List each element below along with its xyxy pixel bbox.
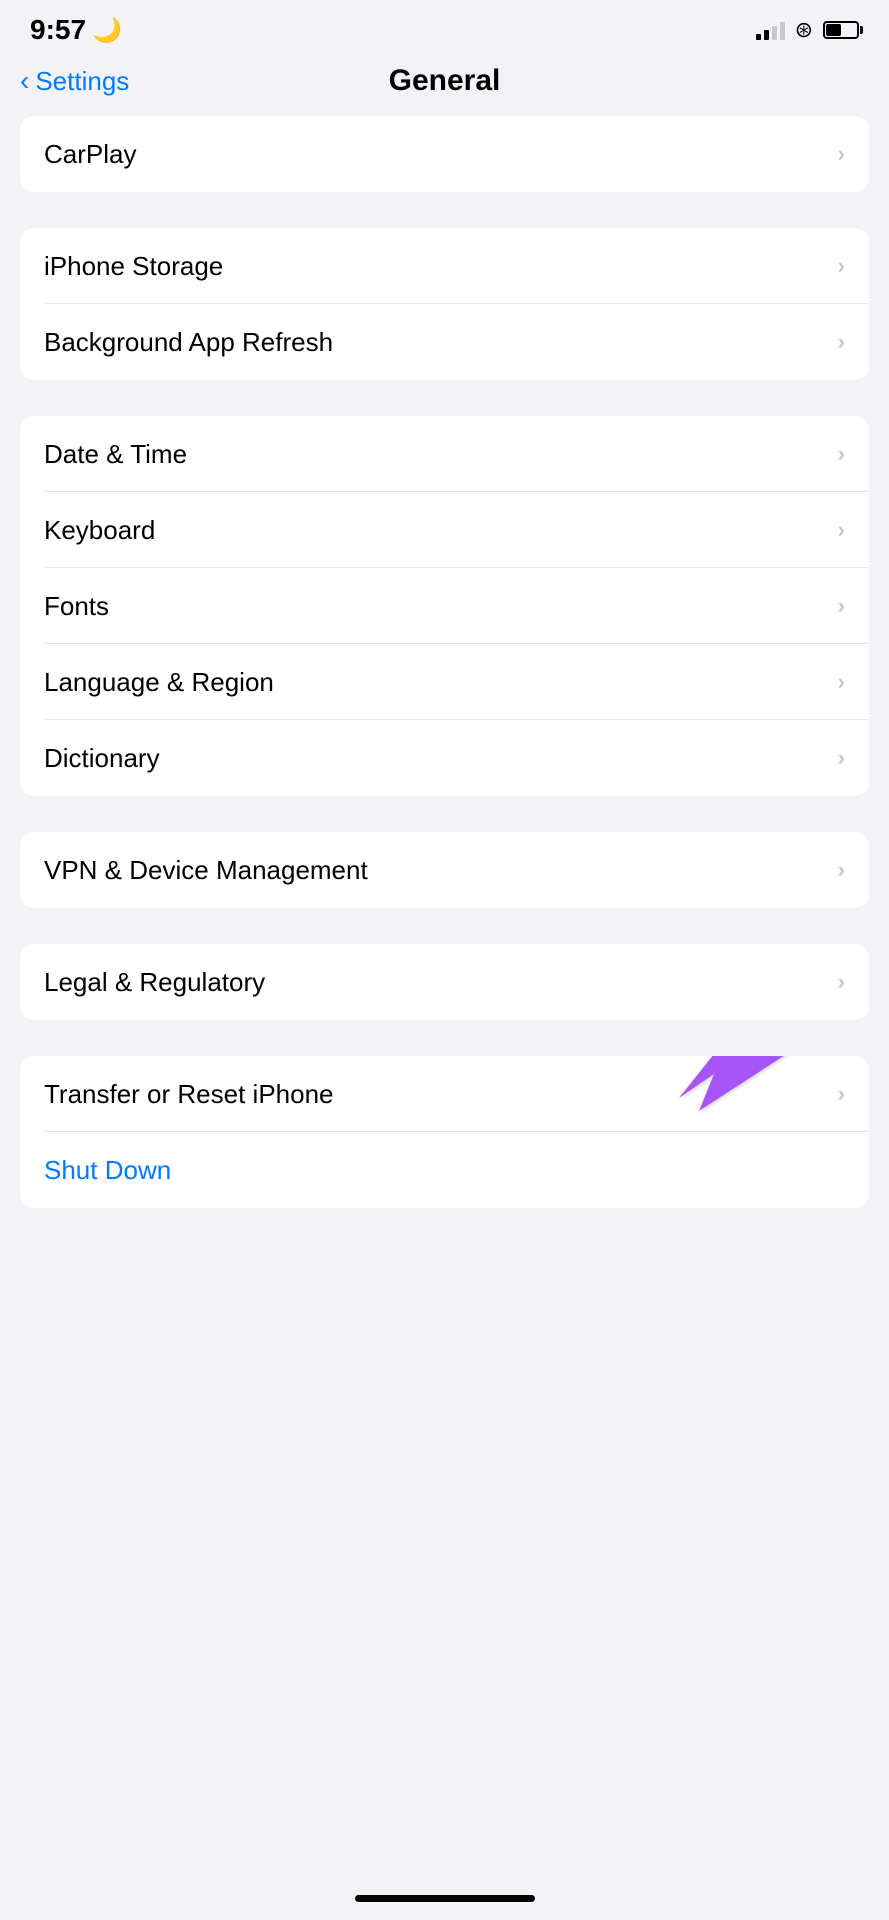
language-region-chevron-icon: ›	[838, 669, 845, 695]
date-time-row[interactable]: Date & Time ›	[20, 416, 869, 492]
vpn-group: VPN & Device Management ›	[20, 832, 869, 908]
shut-down-row[interactable]: Shut Down	[20, 1132, 869, 1208]
vpn-device-management-label: VPN & Device Management	[44, 855, 368, 886]
signal-bar-1	[756, 34, 761, 40]
dictionary-label: Dictionary	[44, 743, 160, 774]
signal-bar-3	[772, 26, 777, 40]
wifi-icon: ⊛	[795, 17, 813, 43]
back-label: Settings	[35, 66, 129, 97]
transfer-reset-row[interactable]: Transfer or Reset iPhone ›	[20, 1056, 869, 1132]
dictionary-chevron-icon: ›	[838, 745, 845, 771]
battery-icon	[823, 21, 859, 39]
moon-icon: 🌙	[92, 16, 122, 45]
back-chevron-icon: ‹	[20, 67, 29, 95]
transfer-reset-chevron-icon: ›	[838, 1081, 845, 1107]
page-title: General	[389, 64, 501, 98]
carplay-chevron-icon: ›	[838, 141, 845, 167]
home-indicator	[355, 1895, 535, 1902]
fonts-chevron-icon: ›	[838, 593, 845, 619]
iphone-storage-chevron-icon: ›	[838, 253, 845, 279]
reset-group: Transfer or Reset iPhone › Shut Down	[20, 1056, 869, 1208]
status-icons: ⊛	[756, 17, 859, 43]
legal-regulatory-row[interactable]: Legal & Regulatory ›	[20, 944, 869, 1020]
locale-group: Date & Time › Keyboard › Fonts › Languag…	[20, 416, 869, 796]
background-app-refresh-chevron-icon: ›	[838, 329, 845, 355]
keyboard-row[interactable]: Keyboard ›	[20, 492, 869, 568]
signal-bar-2	[764, 30, 769, 40]
legal-regulatory-label: Legal & Regulatory	[44, 967, 265, 998]
carplay-label: CarPlay	[44, 139, 136, 170]
background-app-refresh-row[interactable]: Background App Refresh ›	[20, 304, 869, 380]
settings-content: CarPlay › iPhone Storage › Background Ap…	[0, 116, 889, 1208]
nav-bar: ‹ Settings General	[0, 54, 889, 116]
date-time-label: Date & Time	[44, 439, 187, 470]
vpn-device-management-chevron-icon: ›	[838, 857, 845, 883]
iphone-storage-label: iPhone Storage	[44, 251, 223, 282]
language-region-row[interactable]: Language & Region ›	[20, 644, 869, 720]
time-display: 9:57	[30, 14, 86, 46]
carplay-group: CarPlay ›	[20, 116, 869, 192]
keyboard-chevron-icon: ›	[838, 517, 845, 543]
transfer-reset-label: Transfer or Reset iPhone	[44, 1079, 334, 1110]
dictionary-row[interactable]: Dictionary ›	[20, 720, 869, 796]
status-time: 9:57 🌙	[30, 14, 122, 46]
keyboard-label: Keyboard	[44, 515, 155, 546]
status-bar: 9:57 🌙 ⊛	[0, 0, 889, 54]
signal-bar-4	[780, 22, 785, 40]
background-app-refresh-label: Background App Refresh	[44, 327, 333, 358]
signal-bars-icon	[756, 20, 785, 40]
battery-fill	[826, 24, 841, 36]
fonts-label: Fonts	[44, 591, 109, 622]
iphone-storage-row[interactable]: iPhone Storage ›	[20, 228, 869, 304]
carplay-row[interactable]: CarPlay ›	[20, 116, 869, 192]
vpn-device-management-row[interactable]: VPN & Device Management ›	[20, 832, 869, 908]
language-region-label: Language & Region	[44, 667, 274, 698]
shut-down-label: Shut Down	[44, 1155, 171, 1186]
storage-group: iPhone Storage › Background App Refresh …	[20, 228, 869, 380]
fonts-row[interactable]: Fonts ›	[20, 568, 869, 644]
legal-group: Legal & Regulatory ›	[20, 944, 869, 1020]
back-button[interactable]: ‹ Settings	[20, 66, 129, 97]
legal-regulatory-chevron-icon: ›	[838, 969, 845, 995]
date-time-chevron-icon: ›	[838, 441, 845, 467]
